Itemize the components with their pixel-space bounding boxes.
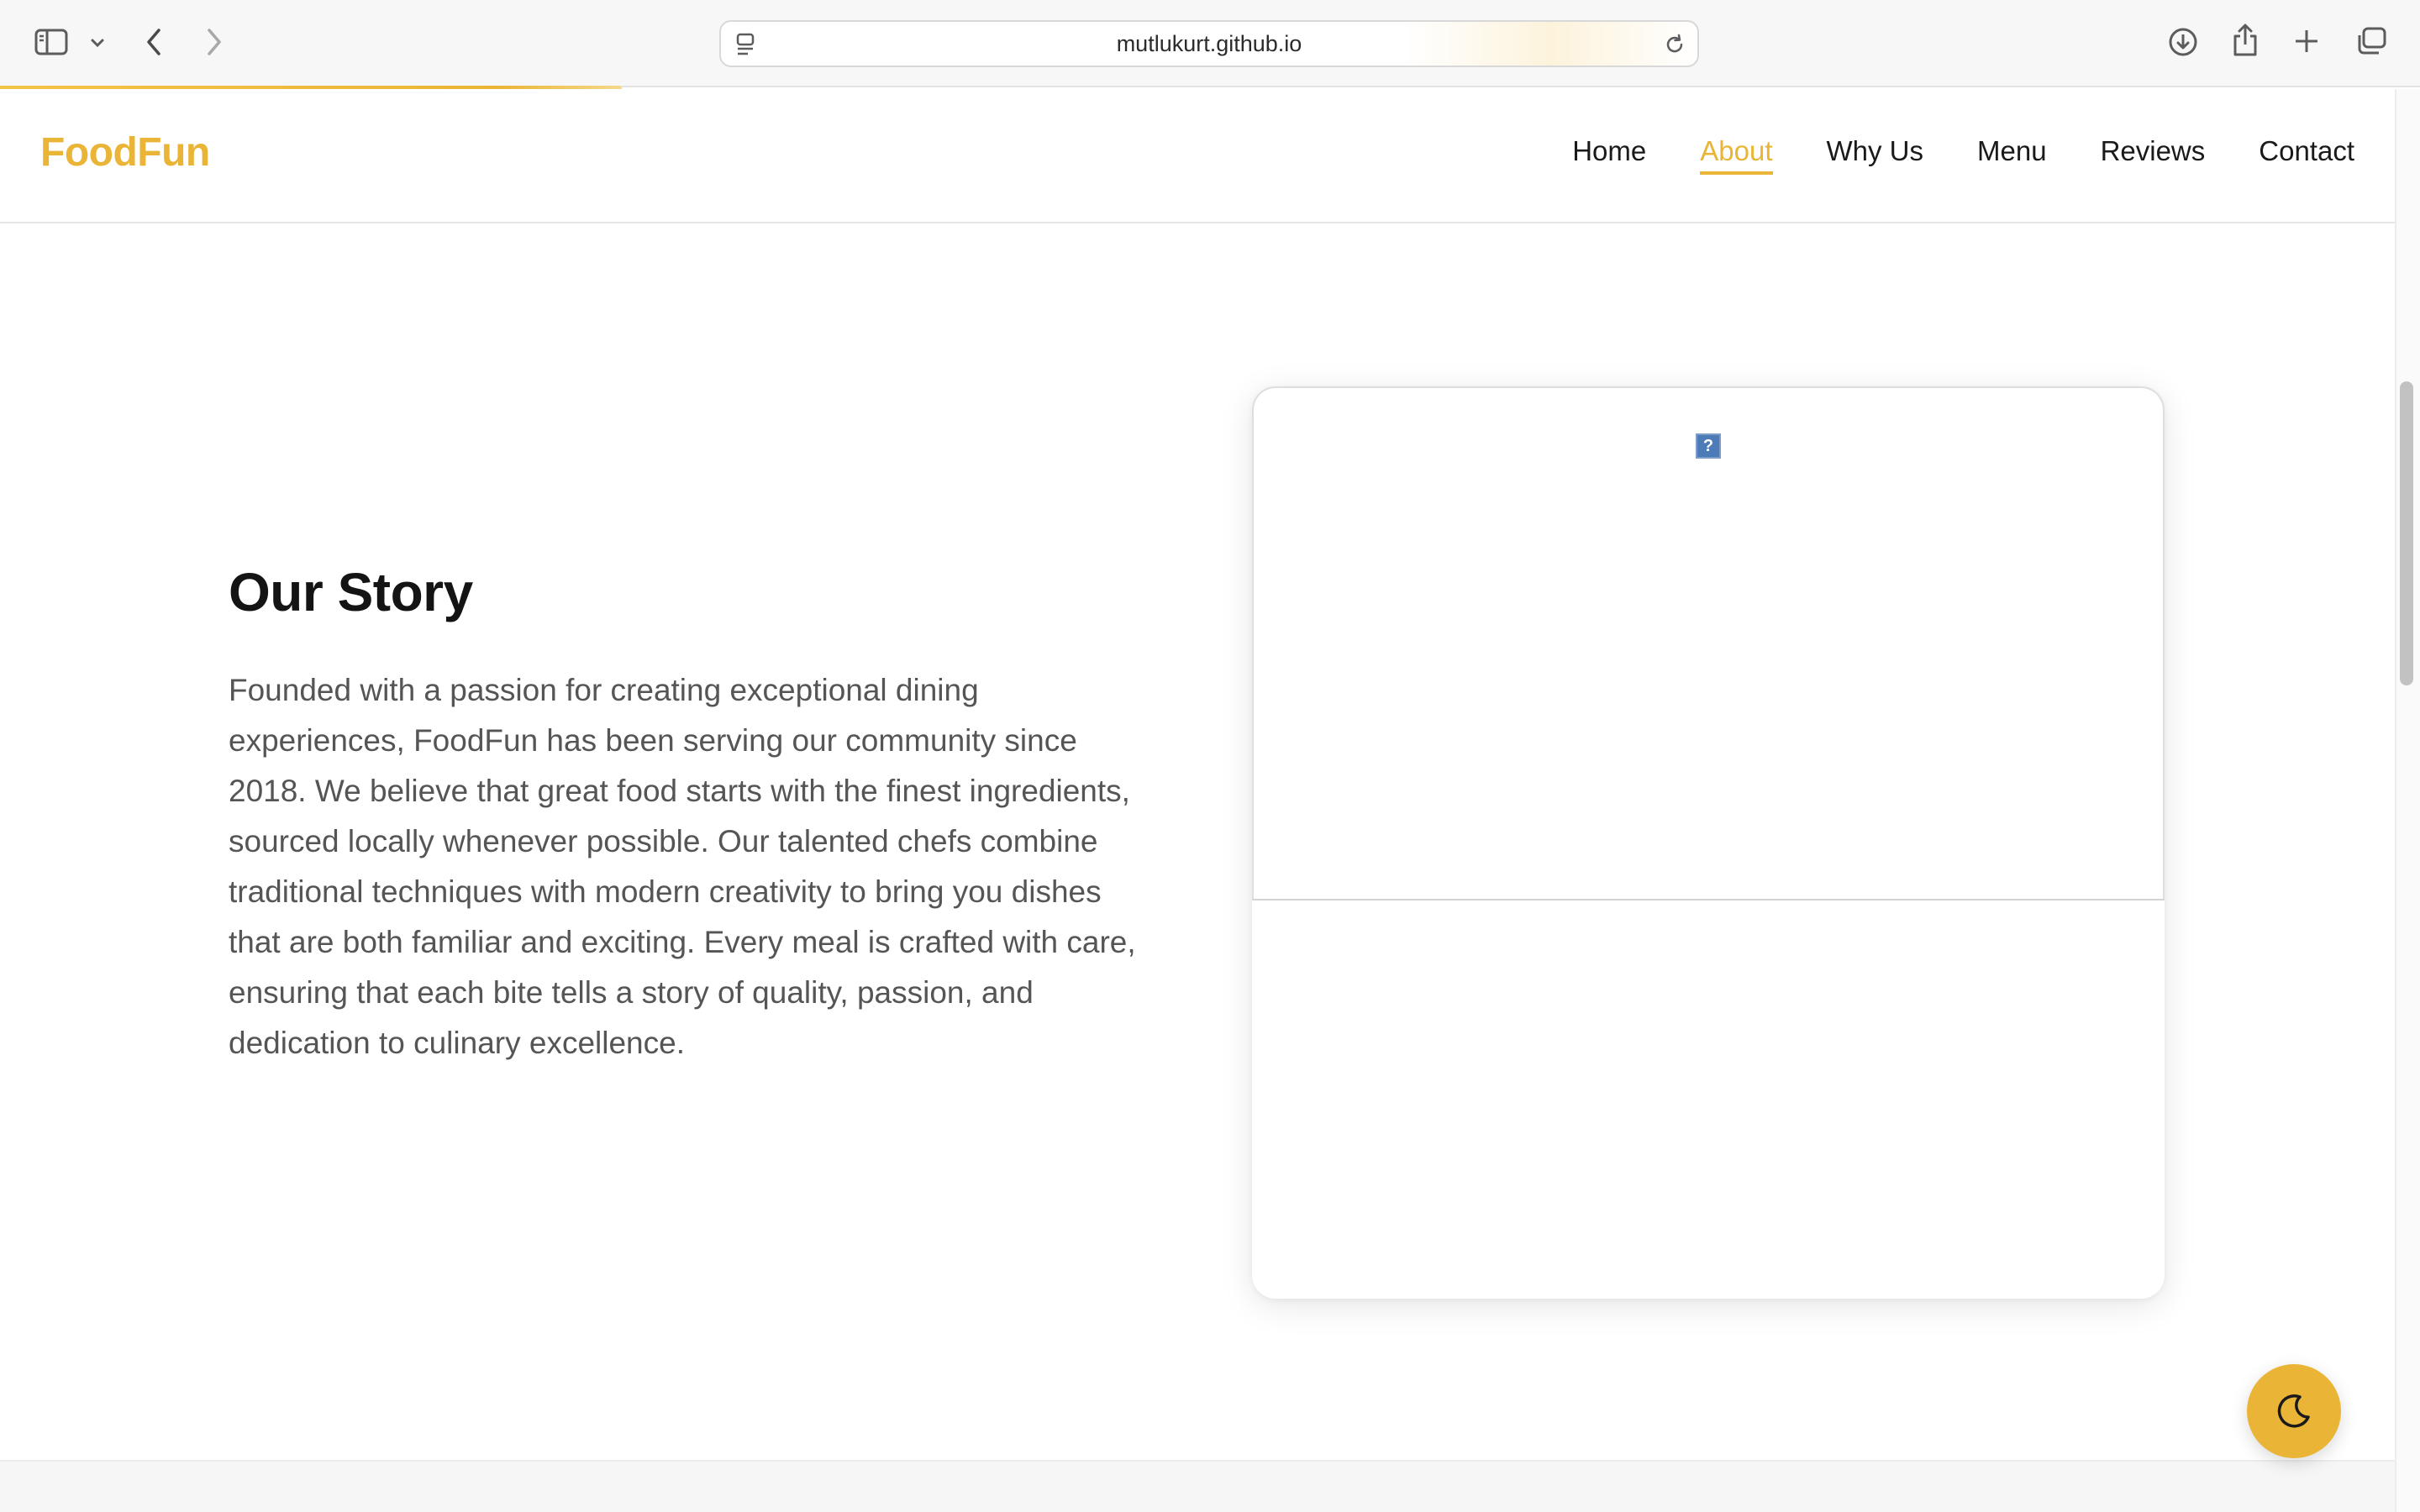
- nav-menu[interactable]: Menu: [1977, 135, 2047, 175]
- chevron-right-icon[interactable]: [202, 25, 227, 59]
- sidebar-icon[interactable]: [34, 27, 69, 57]
- story-paragraph: Founded with a passion for creating exce…: [229, 673, 1136, 1060]
- reload-icon[interactable]: [1662, 32, 1687, 57]
- next-section: [0, 1460, 2395, 1512]
- browser-toolbar: mutlukurt.github.io: [0, 0, 2420, 87]
- plus-icon[interactable]: [2292, 27, 2321, 55]
- nav-contact[interactable]: Contact: [2259, 135, 2354, 175]
- chevron-down-icon[interactable]: [87, 34, 108, 52]
- about-image: ?: [1252, 386, 2165, 900]
- share-icon[interactable]: [2230, 22, 2260, 59]
- brand-logo[interactable]: FoodFun: [40, 129, 210, 176]
- nav-about[interactable]: About: [1700, 135, 1773, 176]
- scrollbar-track[interactable]: [2395, 89, 2420, 1512]
- download-icon[interactable]: [2166, 25, 2200, 59]
- about-image-card: ?: [1252, 386, 2165, 1299]
- theme-toggle-button[interactable]: [2247, 1364, 2341, 1458]
- scrollbar-thumb[interactable]: [2400, 381, 2413, 685]
- chevron-left-icon[interactable]: [141, 25, 166, 59]
- main-nav: Home About Why Us Menu Reviews Contact: [1572, 135, 2354, 176]
- nav-home[interactable]: Home: [1572, 135, 1646, 175]
- moon-icon: [2277, 1394, 2310, 1428]
- site-header: FoodFun Home About Why Us Menu Reviews C…: [0, 89, 2395, 223]
- nav-why-us[interactable]: Why Us: [1827, 135, 1924, 175]
- broken-image-icon: ?: [1696, 433, 1721, 459]
- tabs-overview-icon[interactable]: [2354, 25, 2388, 57]
- address-bar[interactable]: mutlukurt.github.io: [719, 20, 1699, 67]
- url-text: mutlukurt.github.io: [1116, 31, 1302, 56]
- section-title: Our Story: [229, 562, 473, 622]
- nav-reviews[interactable]: Reviews: [2101, 135, 2206, 175]
